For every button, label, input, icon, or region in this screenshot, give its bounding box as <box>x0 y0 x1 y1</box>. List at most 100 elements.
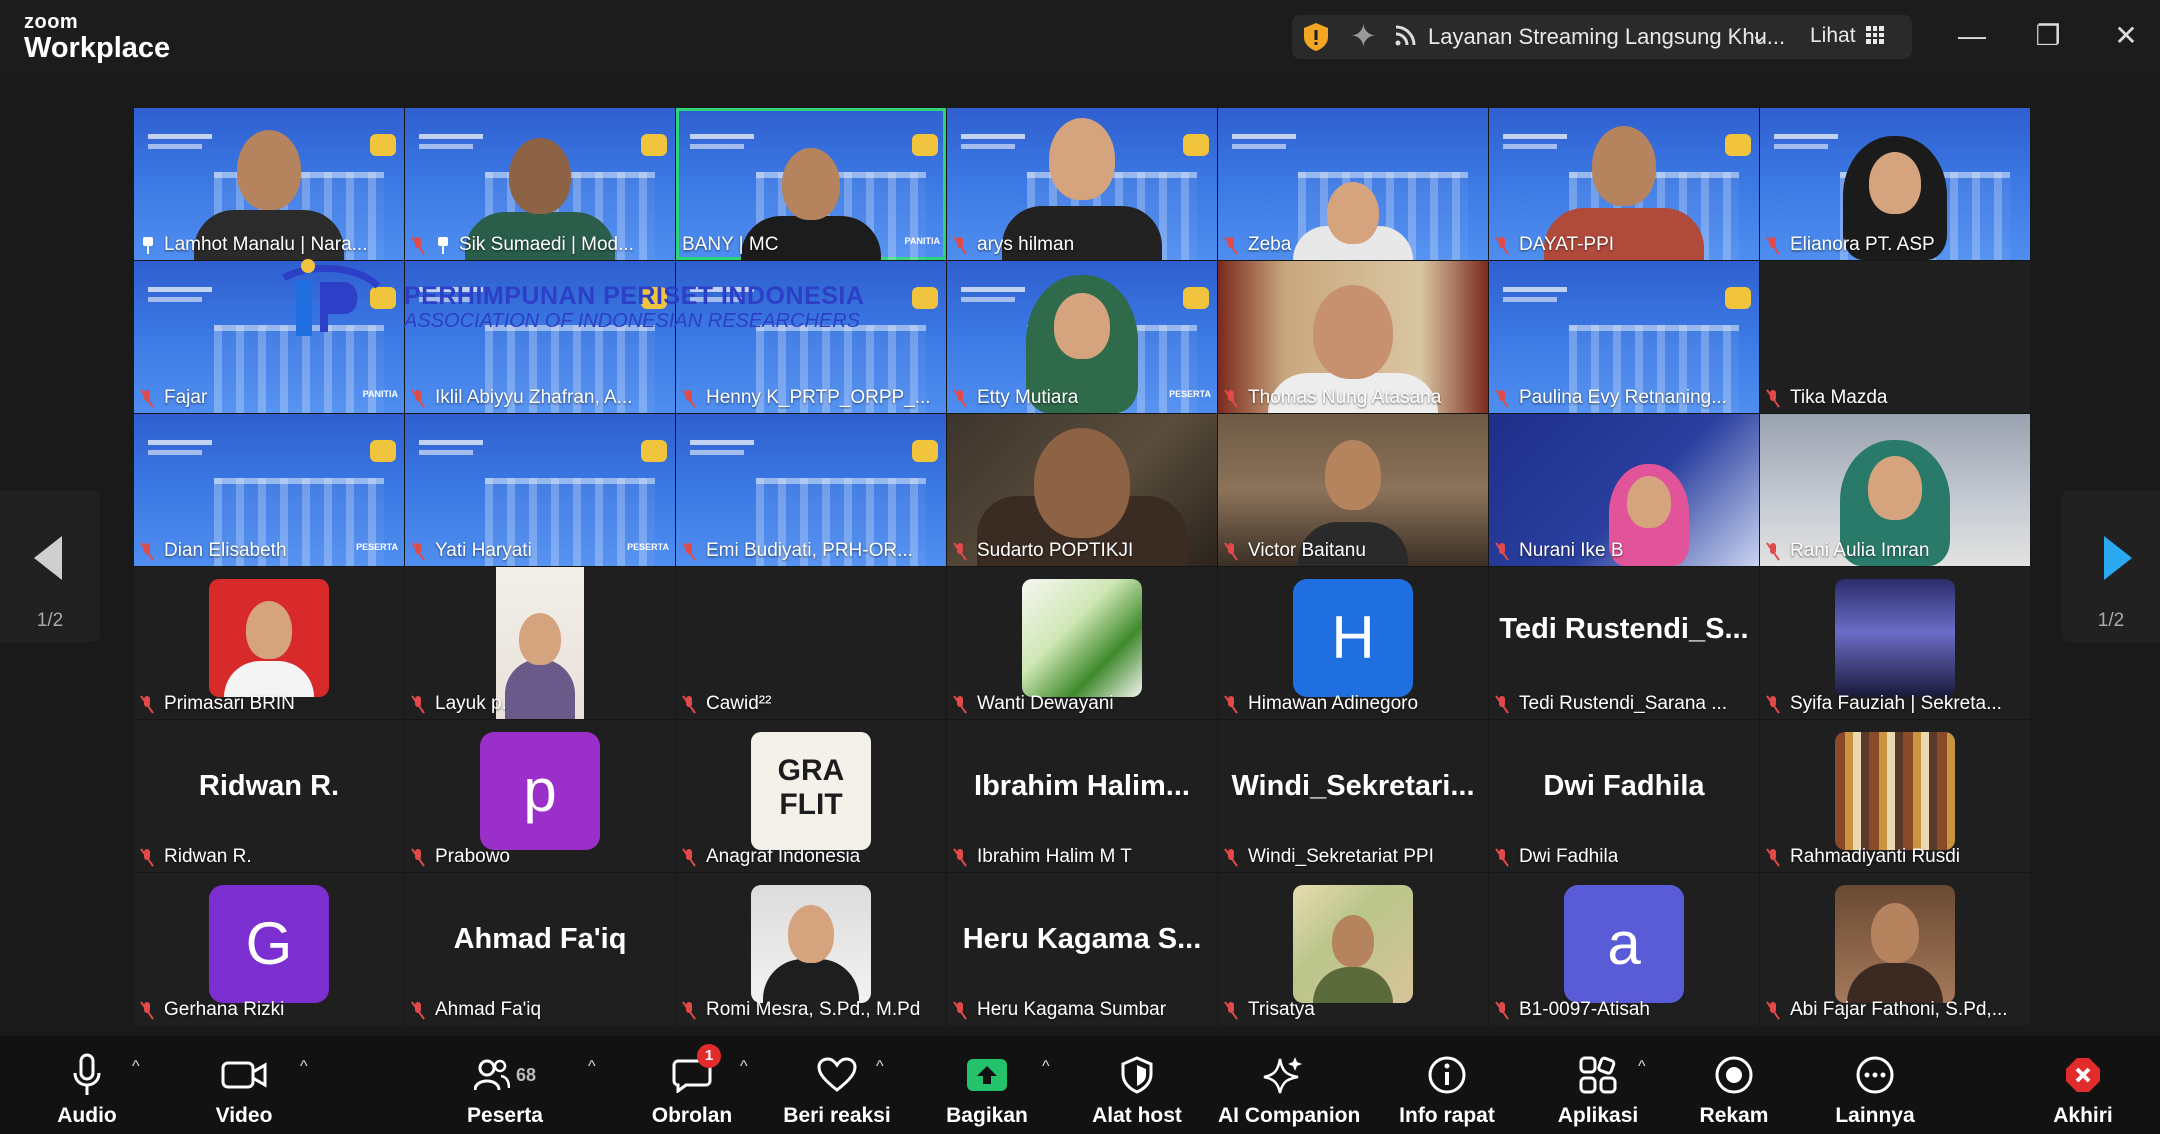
participant-tile[interactable]: Ridwan R. Ridwan R. <box>134 720 404 872</box>
participant-tile[interactable]: Victor Baitanu <box>1218 414 1488 566</box>
participant-tile[interactable]: Paulina Evy Retnaning... <box>1489 261 1759 413</box>
participant-tile[interactable]: Rani Aulia Imran <box>1760 414 2030 566</box>
participant-tile[interactable]: PESERTA Dian Elisabeth <box>134 414 404 566</box>
more-button[interactable]: Lainnya <box>1810 1052 1940 1128</box>
participant-tile[interactable]: Syifa Fauziah | Sekreta... <box>1760 567 2030 719</box>
video-options-chevron-icon[interactable]: ^ <box>300 1058 308 1076</box>
participant-body <box>1847 963 1943 1003</box>
participants-button[interactable]: 68 Peserta <box>440 1052 570 1128</box>
participant-tile[interactable]: H Himawan Adinegoro <box>1218 567 1488 719</box>
participant-tile[interactable]: Cawid²² <box>676 567 946 719</box>
participant-tile[interactable]: Heru Kagama S... Heru Kagama Sumbar <box>947 873 1217 1025</box>
mic-muted-icon <box>1224 1001 1238 1019</box>
participant-tile[interactable]: Elianora PT. ASP <box>1760 108 2030 260</box>
participant-tile[interactable]: PANITIA Fajar <box>134 261 404 413</box>
next-page-button[interactable]: 1/2 <box>2062 490 2160 642</box>
participant-tile[interactable]: Abi Fajar Fathoni, S.Pd,... <box>1760 873 2030 1025</box>
participant-tile[interactable]: Layuk p. <box>405 567 675 719</box>
participant-tile[interactable]: Iklil Abiyyu Zhafran, A... <box>405 261 675 413</box>
participant-tile[interactable]: PESERTA Etty Mutiara <box>947 261 1217 413</box>
page-indicator-right: 1/2 <box>2097 610 2125 631</box>
slide-text <box>961 134 1025 139</box>
participant-face <box>1871 903 1919 963</box>
pin-icon <box>140 236 156 254</box>
participant-tile[interactable]: Nurani Ike B <box>1489 414 1759 566</box>
sparkle-icon[interactable]: ✦ <box>1350 20 1377 52</box>
participant-tile[interactable]: DAYAT-PPI <box>1489 108 1759 260</box>
participant-name-label: Elianora PT. ASP <box>1766 234 1935 256</box>
participant-name: Windi_Sekretariat PPI <box>1248 846 1434 867</box>
chat-button[interactable]: 1 Obrolan <box>627 1044 757 1128</box>
previous-page-button[interactable]: 1/2 <box>0 490 100 642</box>
profile-photo <box>751 885 871 1003</box>
participant-tile[interactable]: Sik Sumaedi | Mod... <box>405 108 675 260</box>
mic-muted-icon <box>1495 542 1509 560</box>
share-screen-button[interactable]: Bagikan <box>922 1052 1052 1128</box>
participant-tile[interactable]: Henny K_PRTP_ORPP_... <box>676 261 946 413</box>
host-shield-icon <box>1072 1052 1202 1098</box>
video-button[interactable]: Video <box>179 1052 309 1128</box>
reactions-options-chevron-icon[interactable]: ^ <box>876 1058 884 1076</box>
view-label[interactable]: Lihat <box>1810 24 1856 48</box>
role-label: PESERTA <box>627 542 669 552</box>
mic-muted-icon <box>411 695 425 713</box>
participant-tile[interactable]: Tedi Rustendi_S... Tedi Rustendi_Sarana … <box>1489 567 1759 719</box>
participant-tile[interactable]: Tika Mazda <box>1760 261 2030 413</box>
participant-tile[interactable]: G Gerhana Rizki <box>134 873 404 1025</box>
shield-icon[interactable] <box>1302 22 1330 52</box>
participant-tile[interactable]: Windi_Sekretari... Windi_Sekretariat PPI <box>1218 720 1488 872</box>
participant-tile[interactable]: Thomas Nung Atasana <box>1218 261 1488 413</box>
event-logo <box>912 440 938 462</box>
participant-tile[interactable]: Ibrahim Halim... Ibrahim Halim M T <box>947 720 1217 872</box>
profile-photo: GRA FLIT <box>751 732 871 850</box>
participant-tile[interactable]: Zeba <box>1218 108 1488 260</box>
host-tools-button[interactable]: Alat host <box>1072 1052 1202 1128</box>
video-camera-icon <box>179 1052 309 1098</box>
participant-tile[interactable]: Rahmadiyanti Rusdi <box>1760 720 2030 872</box>
slide-text <box>1232 134 1296 139</box>
participant-tile[interactable]: Romi Mesra, S.Pd., M.Pd <box>676 873 946 1025</box>
chevron-down-icon[interactable]: ⌄ <box>1750 22 1768 48</box>
participant-name: Himawan Adinegoro <box>1248 693 1419 714</box>
end-meeting-button[interactable]: Akhiri <box>2020 1052 2146 1128</box>
record-button[interactable]: Rekam <box>1669 1052 1799 1128</box>
participant-tile[interactable]: GRA FLIT Anagraf Indonesia <box>676 720 946 872</box>
participant-tile[interactable]: Lamhot Manalu | Nara... <box>134 108 404 260</box>
streaming-status-label[interactable]: Layanan Streaming Langsung Khu... <box>1428 24 1785 50</box>
grid-icon[interactable] <box>1866 26 1884 44</box>
apps-options-chevron-icon[interactable]: ^ <box>1638 1058 1646 1076</box>
participant-name-label: B1-0097-Atisah <box>1495 999 1650 1021</box>
ai-companion-button[interactable]: AI Companion <box>1218 1052 1361 1128</box>
ai-companion-label: AI Companion <box>1218 1104 1361 1127</box>
participant-tile[interactable]: a B1-0097-Atisah <box>1489 873 1759 1025</box>
participant-name: Syifa Fauziah | Sekreta... <box>1790 693 2002 714</box>
slide-text <box>690 297 744 302</box>
audio-options-chevron-icon[interactable]: ^ <box>132 1058 140 1076</box>
slide-text <box>148 144 202 149</box>
participant-name-label: Thomas Nung Atasana <box>1224 387 1441 409</box>
participant-tile[interactable]: Primasari BRIN <box>134 567 404 719</box>
meeting-info-button[interactable]: Info rapat <box>1382 1052 1512 1128</box>
participant-tile-active-speaker[interactable]: PANITIA BANY | MC <box>676 108 946 260</box>
share-options-chevron-icon[interactable]: ^ <box>1042 1058 1050 1076</box>
participant-tile[interactable]: Wanti Dewayani <box>947 567 1217 719</box>
audio-label: Audio <box>57 1104 117 1127</box>
participant-tile[interactable]: Sudarto POPTIKJI <box>947 414 1217 566</box>
mic-muted-icon <box>140 848 154 866</box>
mic-muted-icon <box>1766 389 1780 407</box>
participant-tile[interactable]: PESERTA Yati Haryati <box>405 414 675 566</box>
participant-tile[interactable]: Trisatya <box>1218 873 1488 1025</box>
participant-tile[interactable]: p Prabowo <box>405 720 675 872</box>
chat-options-chevron-icon[interactable]: ^ <box>740 1058 748 1076</box>
slide-text <box>148 297 202 302</box>
participant-tile[interactable]: Emi Budiyati, PRH-OR... <box>676 414 946 566</box>
close-icon[interactable]: ✕ <box>2106 16 2146 56</box>
participants-options-chevron-icon[interactable]: ^ <box>588 1058 596 1076</box>
participant-tile[interactable]: Ahmad Fa'iq Ahmad Fa'iq <box>405 873 675 1025</box>
participant-tile[interactable]: arys hilman <box>947 108 1217 260</box>
slide-text <box>690 440 754 445</box>
maximize-icon[interactable]: ❐ <box>2028 16 2068 56</box>
participant-name: Dwi Fadhila <box>1519 846 1619 867</box>
participant-tile[interactable]: Dwi Fadhila Dwi Fadhila <box>1489 720 1759 872</box>
minimize-icon[interactable]: — <box>1952 16 1992 56</box>
